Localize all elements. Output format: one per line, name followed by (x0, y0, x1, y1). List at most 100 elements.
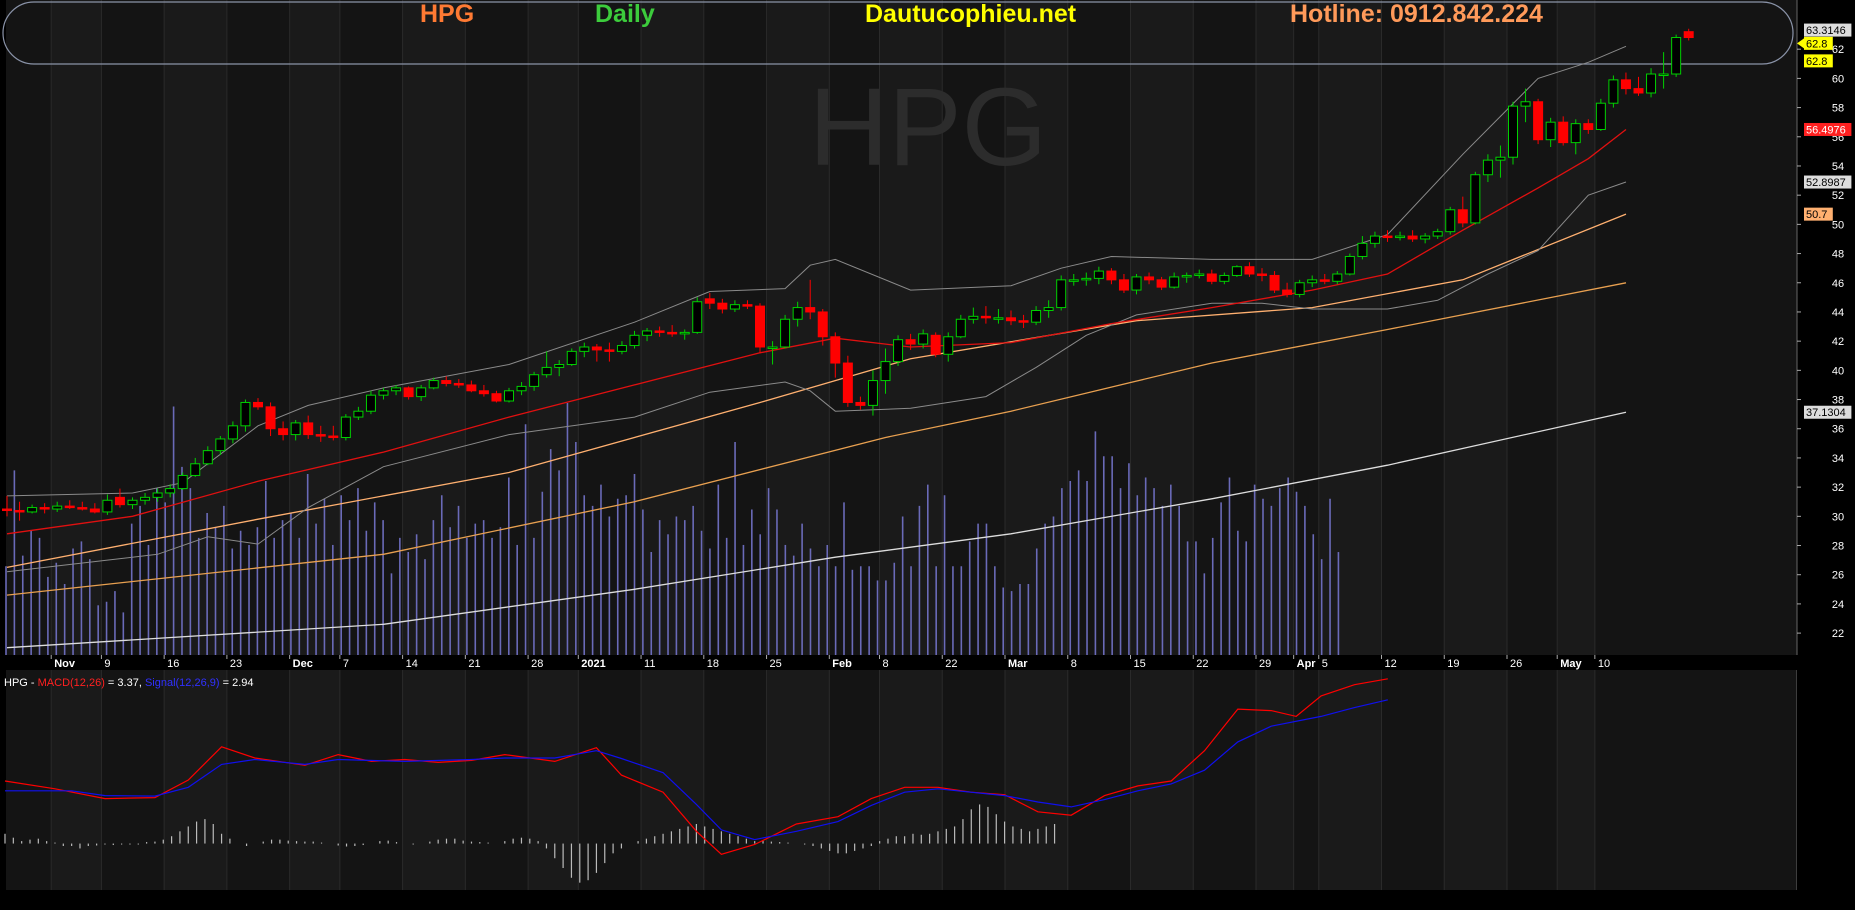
candle-body (679, 331, 690, 335)
candle-body (1445, 209, 1456, 233)
candle-body (1407, 235, 1418, 240)
date-tick-label: Mar (1008, 658, 1028, 670)
macd-pane[interactable]: 0123.36872.93959HPG - MACD(12,26) = 3.37… (4, 670, 1851, 890)
candle-body (1332, 273, 1343, 282)
candle-body (1432, 231, 1443, 237)
last-value-text: 56.4976 (1806, 124, 1846, 136)
price-tick-label: 34 (1832, 453, 1844, 465)
date-tick-label: 2021 (581, 658, 605, 670)
candle-body (1244, 266, 1255, 275)
candle-body (466, 384, 477, 392)
date-tick-label: 12 (1385, 658, 1397, 670)
candle-body (993, 317, 1004, 320)
week-band (1557, 670, 1595, 890)
candle-body (215, 438, 226, 452)
candle-body (867, 380, 878, 406)
week-band (641, 670, 704, 890)
candle-body (667, 331, 678, 335)
price-tick-label: 36 (1832, 424, 1844, 436)
candle-body (1231, 266, 1242, 276)
candle-body (478, 390, 489, 395)
candle-body (968, 315, 979, 320)
hotline: Hotline: 0912.842.224 (1290, 0, 1543, 28)
week-band (1256, 670, 1294, 890)
candle-body (604, 349, 615, 352)
price-tick-label: 24 (1832, 599, 1844, 611)
candle-body (893, 339, 904, 363)
candle-body (290, 422, 301, 436)
week-band (164, 670, 227, 890)
candle-body (152, 492, 163, 498)
last-value-text: 37.1304 (1806, 407, 1846, 419)
last-value-text: 62.8 (1806, 56, 1827, 68)
price-tick-label: 48 (1832, 249, 1844, 261)
week-band (1005, 670, 1068, 890)
candle-body (579, 346, 590, 352)
date-tick-label: 23 (230, 658, 242, 670)
candle-body (1495, 156, 1506, 161)
price-scale[interactable]: 2224262830323436384042444648505254565860… (1796, 0, 1855, 910)
candle-body (1118, 279, 1129, 291)
price-tick-label: 50 (1832, 219, 1844, 231)
candle-body (1068, 279, 1079, 282)
date-tick-label: 29 (1259, 658, 1271, 670)
candle-body (278, 428, 289, 436)
price-pane[interactable]: HPG (2, 0, 1798, 655)
candle-body (1093, 270, 1104, 279)
candle-body (1006, 317, 1016, 322)
macd-legend-part: MACD(12,26) (38, 677, 105, 689)
macd-legend-part: Signal(12,26,9) (145, 677, 220, 689)
candle-body (177, 474, 188, 490)
candle-body (591, 346, 602, 351)
stock-chart: HPG Nov 9 16 23 Dec 7 14 21 28 2021 11 18 25 Feb 8 22 Ma… (0, 0, 1855, 910)
candle-body (767, 346, 778, 349)
candle-body (365, 394, 376, 412)
candle-body (805, 307, 816, 313)
candle-body (1257, 273, 1267, 276)
candle-body (127, 499, 138, 506)
week-band (51, 0, 102, 655)
candle-body (817, 311, 828, 338)
price-tick-label: 26 (1832, 570, 1844, 582)
week-band (1130, 670, 1194, 890)
candle-body (918, 333, 929, 345)
symbol-watermark: HPG (809, 66, 1047, 189)
candle-body (742, 304, 753, 307)
candle-body (328, 435, 339, 439)
macd-legend-part: = 3.37, (105, 677, 145, 689)
candle-body (227, 425, 238, 440)
date-tick-label: 8 (883, 658, 889, 670)
candle-body (1131, 276, 1142, 291)
candle-body (453, 382, 464, 386)
candle-body (629, 334, 640, 347)
date-tick-label: 25 (770, 658, 782, 670)
candle-body (1269, 274, 1280, 291)
week-band (879, 670, 943, 890)
candle-body (340, 416, 351, 438)
candle-body (1043, 307, 1054, 311)
candle-body (1144, 276, 1155, 281)
candle-body (52, 505, 63, 510)
candle-body (315, 434, 326, 437)
price-scale-bg (1797, 0, 1855, 910)
candle-body (1194, 273, 1205, 276)
candle-body (792, 307, 803, 320)
interval-label: Daily (595, 0, 655, 28)
candle-body (428, 380, 439, 389)
date-tick-label: Apr (1297, 658, 1317, 670)
candle-body (14, 509, 25, 513)
candle-body (1106, 270, 1117, 281)
candle-body (729, 304, 740, 310)
candle-body (855, 401, 866, 406)
symbol-title: HPG (420, 0, 475, 28)
price-tick-label: 46 (1832, 278, 1844, 290)
candle-body (955, 318, 966, 338)
date-tick-label: 28 (531, 658, 543, 670)
candle-body (253, 401, 263, 408)
date-tick-label: 22 (1196, 658, 1208, 670)
candle-body (1219, 274, 1230, 282)
site-name[interactable]: Dautucophieu.net (865, 0, 1076, 29)
candle-body (1633, 88, 1644, 94)
candle-body (1056, 279, 1067, 309)
candle-body (980, 315, 991, 319)
